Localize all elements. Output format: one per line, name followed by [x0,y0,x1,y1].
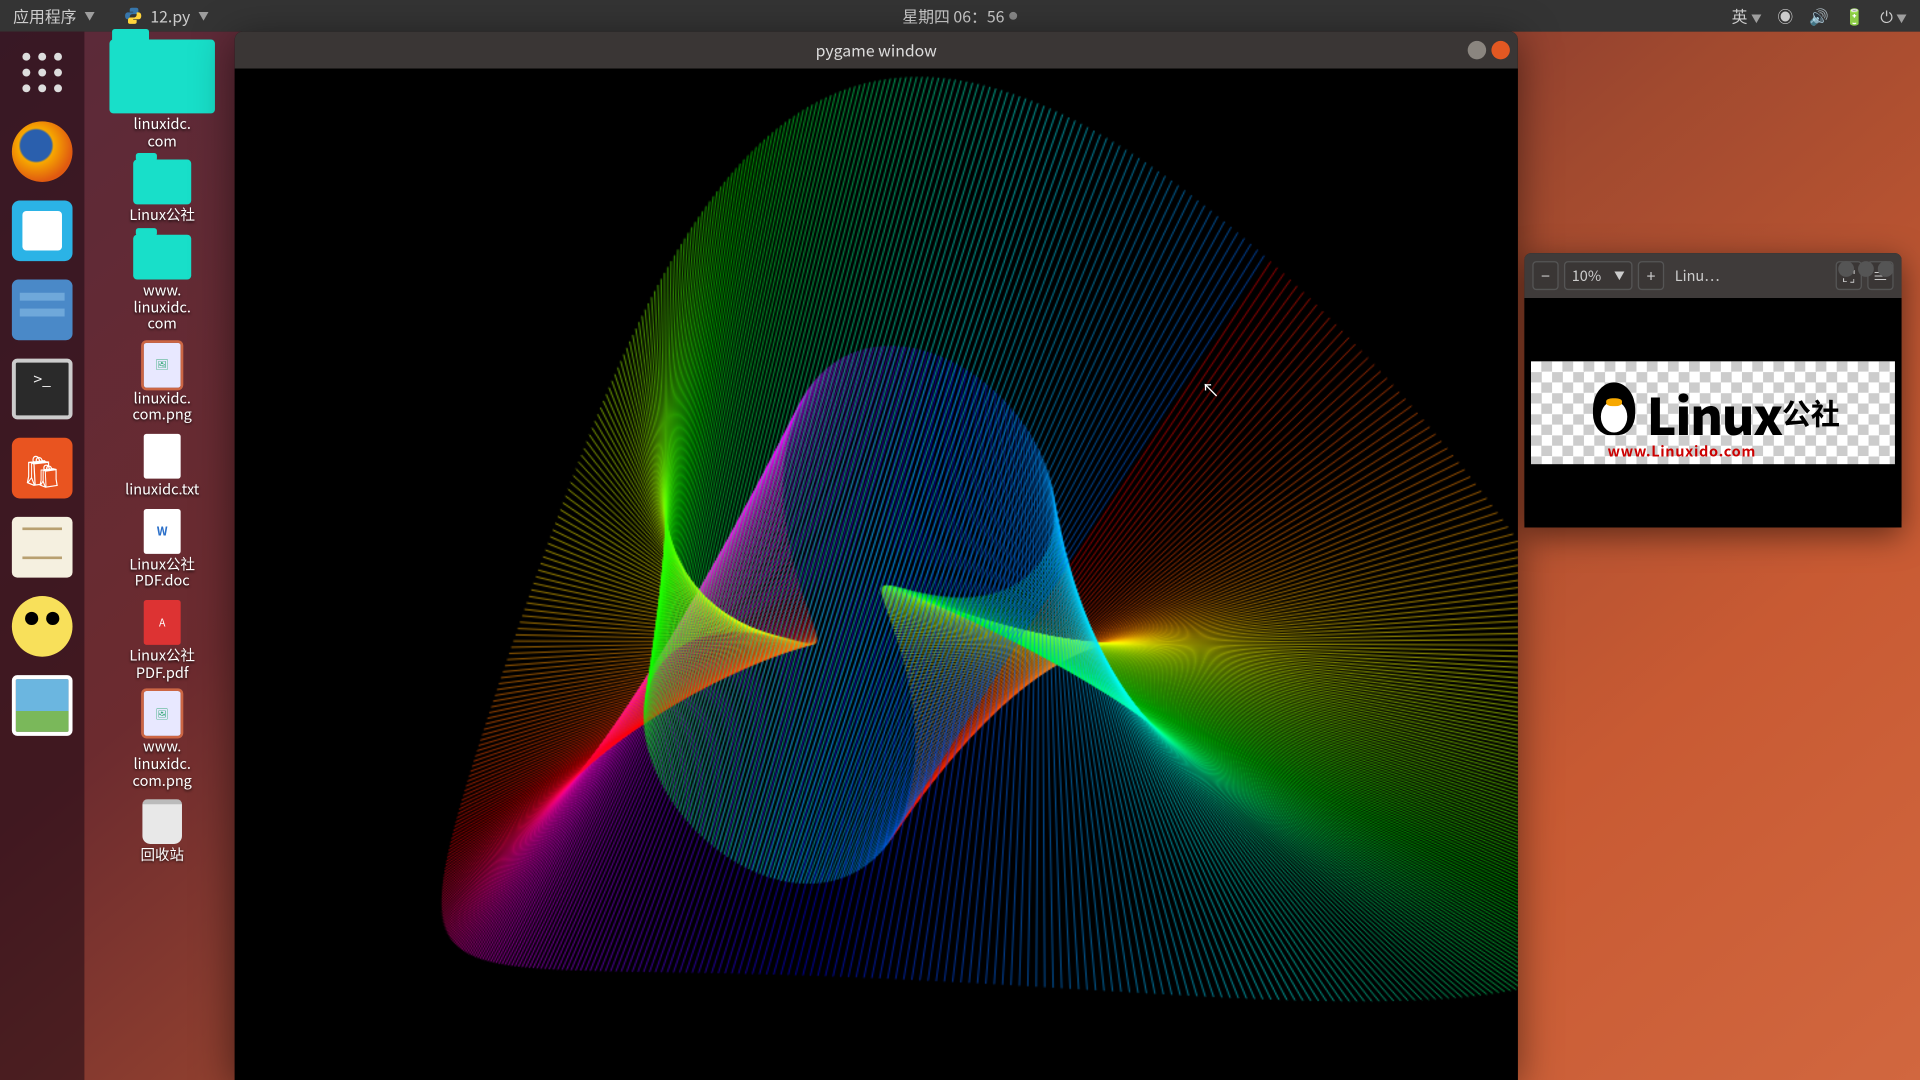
image-viewer-icon[interactable] [12,675,73,736]
notification-dot-icon [1010,12,1018,20]
screenshot-icon[interactable] [12,200,73,261]
logo-cjk: 公社 [1782,392,1840,434]
pygame-window[interactable]: pygame window [235,32,1518,1080]
logo-url: www.Linuxido.com [1607,440,1756,461]
desktop-icons: linuxidc.comLinux公社www.linuxidc.com🖼linu… [92,40,232,864]
launcher-dock: >_ 🛍 [0,32,84,1080]
pygame-canvas [235,69,1518,1080]
desktop-icon-label: linuxidc.com.png [127,390,197,423]
image-viewer-content: Linux 公社 www.Linuxido.com [1524,298,1901,527]
desktop-icon[interactable]: WLinux公社PDF.doc [92,509,232,590]
thumb-pdf-icon: A [144,600,181,645]
volume-icon[interactable]: 🔊 [1809,5,1829,27]
applications-menu[interactable]: 应用程序 [13,5,76,27]
firefox-icon[interactable] [12,121,73,182]
viewer-minimize-button[interactable] [1838,261,1854,277]
pygame-titlebar[interactable]: pygame window [235,32,1518,69]
image-viewer-window[interactable]: − 10%▼ + Linu… ⛶ ≡ Linux 公社 www.Linuxido… [1524,253,1901,527]
thumb-icon [144,434,181,479]
show-applications-button[interactable] [12,42,73,103]
terminal-icon[interactable]: >_ [12,359,73,420]
desktop-icon[interactable]: Linux公社 [92,160,232,224]
viewer-close-button[interactable] [1878,261,1894,277]
thumb-sel-icon: 🖼 [144,343,181,388]
desktop-wallpaper: >_ 🛍 linuxidc.com Linux公社 www.linuxidc.com… [0,32,1920,1080]
trash-icon [142,799,182,844]
software-center-icon[interactable]: 🛍 [12,438,73,499]
folder-big-icon [109,40,214,114]
zoom-select[interactable]: 10%▼ [1564,261,1633,290]
desktop-icon-label: linuxidc.com [128,116,196,149]
desktop-icon[interactable]: ALinux公社PDF.pdf [92,600,232,681]
desktop-icon[interactable]: 🖼www.linuxidc.com.png [92,691,232,788]
ime-indicator[interactable]: 英 ▼ [1732,5,1762,27]
game-icon[interactable] [12,596,73,657]
desktop-icon-label: Linux公社PDF.doc [124,556,200,589]
desktop-icon-label: 回收站 [135,847,189,864]
desktop-icon[interactable]: 回收站 [92,799,232,863]
desktop-icon[interactable]: linuxidc.com [92,40,232,150]
top-panel: 应用程序 ▼ 12.py ▼ 星期四 06：56 英 ▼ ◉ 🔊 🔋 ⏻ ▼ [0,0,1920,32]
chevron-down-icon: ▼ [198,9,209,24]
tux-icon [1586,380,1641,446]
desktop-icon-label: www.linuxidc.com.png [127,739,197,789]
desktop-icon[interactable]: www.linuxidc.com [92,235,232,332]
active-app-name[interactable]: 12.py [150,5,190,27]
battery-icon[interactable]: 🔋 [1845,5,1865,27]
pygame-title: pygame window [816,39,937,61]
desktop-icon-label: www.linuxidc.com [128,282,196,332]
wifi-icon[interactable]: ◉ [1777,5,1793,27]
python-icon [124,7,142,25]
thumb-sel-icon: 🖼 [144,691,181,736]
chevron-down-icon: ▼ [84,9,95,24]
image-viewer-title: Linu… [1675,265,1825,286]
clock[interactable]: 星期四 06：56 [902,5,1004,27]
viewer-maximize-button[interactable] [1858,261,1874,277]
zoom-in-button[interactable]: + [1638,261,1664,290]
desktop-icon-label: Linux公社PDF.pdf [124,648,200,681]
folder-icon [133,160,191,205]
text-editor-icon[interactable] [12,517,73,578]
desktop-icon[interactable]: linuxidc.txt [92,434,232,498]
desktop-icon-label: Linux公社 [124,207,200,224]
desktop-icon[interactable]: 🖼linuxidc.com.png [92,343,232,424]
zoom-out-button[interactable]: − [1532,261,1558,290]
desktop-icon-label: linuxidc.txt [120,481,205,498]
minimize-button[interactable] [1468,41,1486,59]
thumb-doc-icon: W [144,509,181,554]
image-viewer-toolbar: − 10%▼ + Linu… ⛶ ≡ [1524,253,1901,298]
logo-text: Linux [1647,376,1782,449]
power-icon[interactable]: ⏻ ▼ [1880,5,1907,27]
files-icon[interactable] [12,280,73,341]
folder-icon [133,235,191,280]
close-button[interactable] [1491,41,1509,59]
